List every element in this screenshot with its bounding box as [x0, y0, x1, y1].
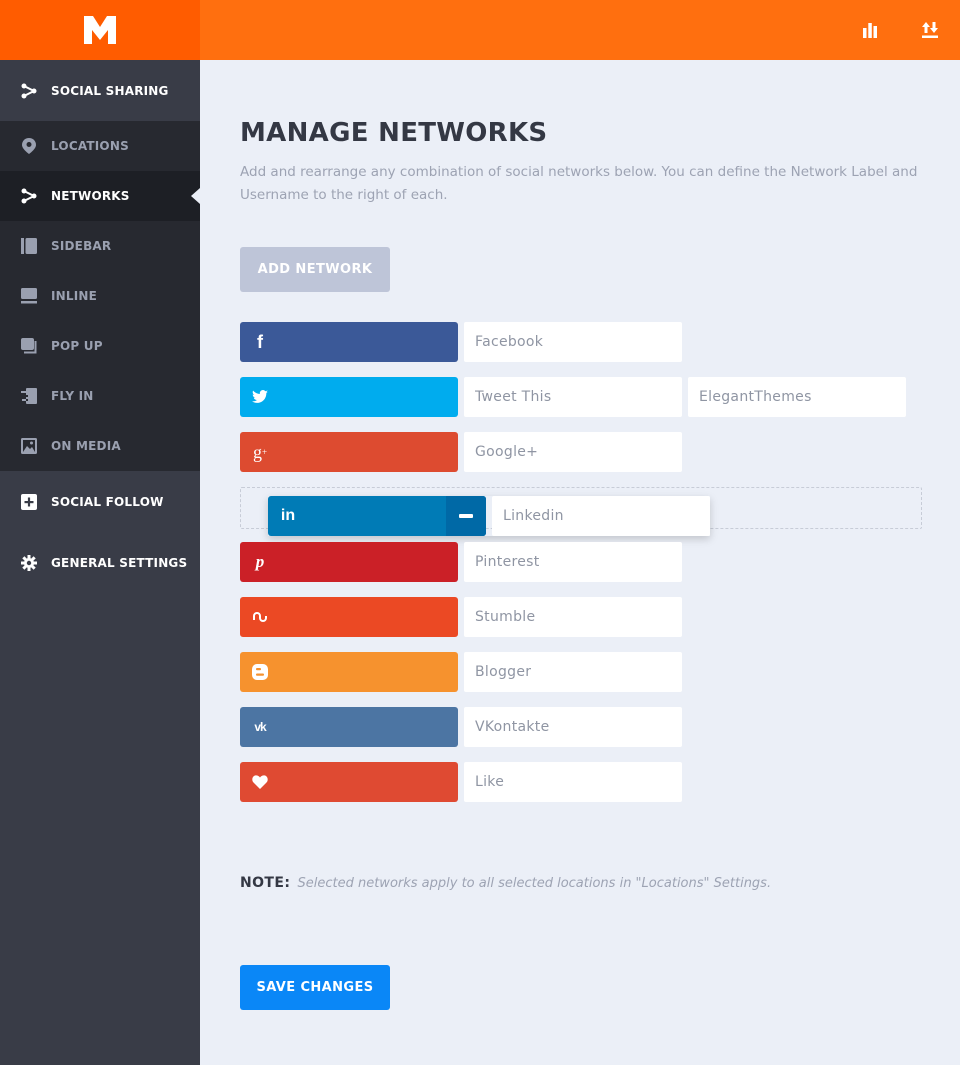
sidebar-item-label: INLINE: [51, 289, 98, 303]
sidebar-item-social-follow[interactable]: SOCIAL FOLLOW: [0, 471, 200, 532]
inline-icon: [20, 287, 38, 305]
sidebar-item-label: SOCIAL FOLLOW: [51, 494, 164, 509]
network-bar-vkontakte[interactable]: vk: [240, 707, 458, 747]
image-icon: [20, 437, 38, 455]
save-changes-button[interactable]: SAVE CHANGES: [240, 965, 390, 1010]
network-row-linkedin: in: [268, 496, 710, 536]
add-network-button[interactable]: ADD NETWORK: [240, 247, 390, 292]
network-bar-google-plus[interactable]: g +: [240, 432, 458, 472]
minus-icon: [459, 514, 473, 518]
top-bar: [0, 0, 960, 60]
facebook-icon: f: [257, 331, 263, 352]
gear-icon: [20, 554, 38, 572]
sidebar-item-fly-in[interactable]: FLY IN: [0, 371, 200, 421]
sidebar-item-label: SIDEBAR: [51, 239, 112, 253]
network-bar-linkedin[interactable]: in: [268, 496, 486, 536]
popup-icon: [20, 337, 38, 355]
sidebar-item-label: POP UP: [51, 339, 103, 353]
import-export-button[interactable]: [900, 0, 960, 60]
share-nodes-icon: [20, 82, 38, 100]
network-bar-pinterest[interactable]: p: [240, 542, 458, 582]
vkontakte-icon: vk: [254, 720, 266, 734]
network-row-stumbleupon: [240, 597, 682, 637]
network-bar-facebook[interactable]: f: [240, 322, 458, 362]
network-label-input[interactable]: [464, 377, 682, 417]
stumbleupon-icon: [252, 609, 268, 625]
stats-icon: [863, 23, 877, 38]
network-row-google-plus: g +: [240, 432, 682, 472]
note: NOTE: Selected networks apply to all sel…: [240, 875, 771, 891]
sidebar-item-label: SOCIAL SHARING: [51, 83, 169, 98]
sidebar: SOCIAL SHARING LOCATIONS NETWORKS SIDEBA…: [0, 60, 200, 1065]
logo[interactable]: [0, 0, 200, 60]
network-row-pinterest: p: [240, 542, 682, 582]
network-row-twitter: [240, 377, 906, 417]
note-text: Selected networks apply to all selected …: [297, 876, 772, 891]
sidebar-item-pop-up[interactable]: POP UP: [0, 321, 200, 371]
sidebar-item-social-sharing[interactable]: SOCIAL SHARING: [0, 60, 200, 121]
network-row-facebook: f: [240, 322, 682, 362]
network-label-input[interactable]: [464, 762, 682, 802]
sidebar-item-on-media[interactable]: ON MEDIA: [0, 421, 200, 471]
network-row-blogger: [240, 652, 682, 692]
page-description: Add and rearrange any combination of soc…: [240, 164, 918, 203]
pinterest-icon: p: [255, 552, 265, 571]
sidebar-item-label: GENERAL SETTINGS: [51, 555, 188, 570]
linkedin-icon: in: [280, 507, 296, 524]
network-label-input[interactable]: [464, 597, 682, 637]
sidebar-item-label: FLY IN: [51, 389, 94, 403]
fly-in-icon: [20, 387, 38, 405]
network-label-input[interactable]: [464, 652, 682, 692]
sidebar-item-label: NETWORKS: [51, 189, 130, 203]
google-plus-icon: g +: [252, 441, 268, 462]
social-sharing-submenu: LOCATIONS NETWORKS SIDEBAR INLINE POP UP: [0, 121, 200, 471]
network-bar-like[interactable]: [240, 762, 458, 802]
network-label-input[interactable]: [464, 432, 682, 472]
sidebar-item-locations[interactable]: LOCATIONS: [0, 121, 200, 171]
location-pin-icon: [20, 137, 38, 155]
network-label-input[interactable]: [464, 322, 682, 362]
monarch-logo-icon: [84, 16, 116, 44]
import-export-icon: [922, 22, 938, 38]
plus-square-icon: [20, 493, 38, 511]
network-row-like: [240, 762, 682, 802]
sidebar-item-sidebar[interactable]: SIDEBAR: [0, 221, 200, 271]
network-bar-blogger[interactable]: [240, 652, 458, 692]
network-row-vkontakte: vk: [240, 707, 682, 747]
sidebar-icon: [20, 237, 38, 255]
network-label-input[interactable]: [492, 496, 710, 536]
heart-icon: [252, 774, 268, 790]
network-bar-twitter[interactable]: [240, 377, 458, 417]
sidebar-item-label: LOCATIONS: [51, 139, 129, 153]
sidebar-item-label: ON MEDIA: [51, 439, 121, 453]
network-label-input[interactable]: [464, 542, 682, 582]
twitter-icon: [252, 389, 268, 405]
sidebar-item-inline[interactable]: INLINE: [0, 271, 200, 321]
network-bar-stumbleupon[interactable]: [240, 597, 458, 637]
sidebar-item-general-settings[interactable]: GENERAL SETTINGS: [0, 532, 200, 593]
note-label: NOTE:: [240, 875, 291, 891]
page-title: MANAGE NETWORKS: [240, 118, 548, 148]
remove-network-button[interactable]: [446, 496, 486, 536]
network-label-input[interactable]: [464, 707, 682, 747]
stats-button[interactable]: [840, 0, 900, 60]
sidebar-item-networks[interactable]: NETWORKS: [0, 171, 200, 221]
blogger-icon: [252, 664, 268, 680]
network-username-input[interactable]: [688, 377, 906, 417]
share-nodes-icon: [20, 187, 38, 205]
